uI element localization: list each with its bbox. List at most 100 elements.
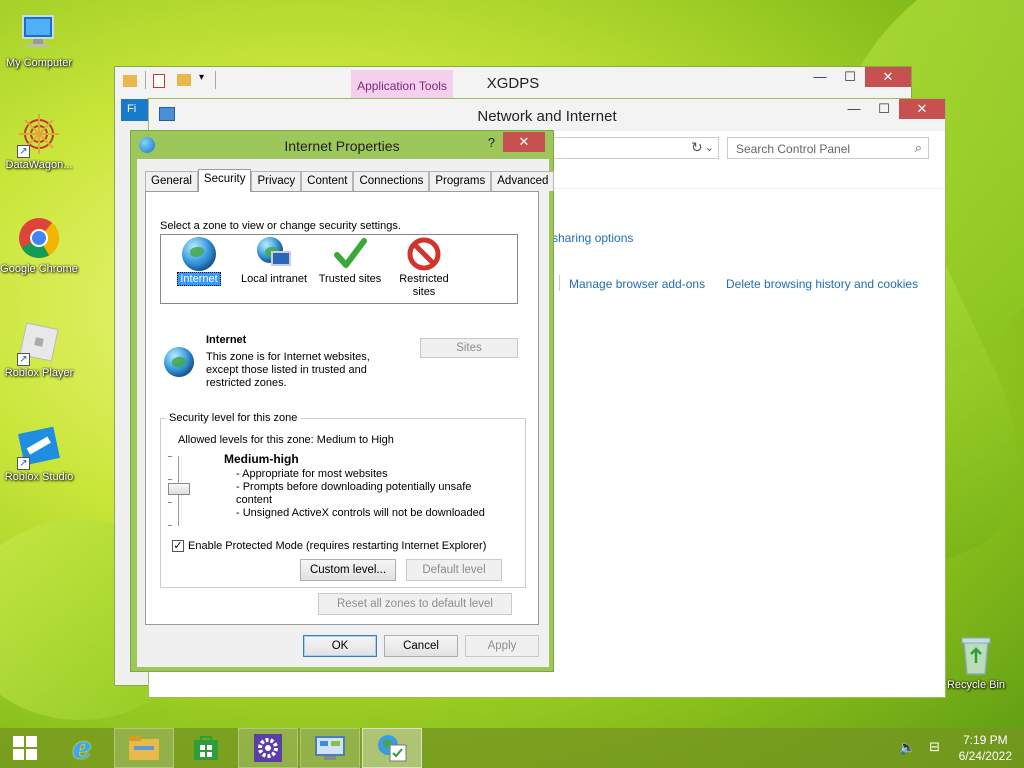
desktop-icon-label: DataWagon...	[5, 159, 73, 171]
cancel-button[interactable]: Cancel	[384, 635, 458, 657]
desktop-icon-label: Google Chrome	[0, 263, 78, 275]
tab-strip: General Security Privacy Content Connect…	[145, 169, 555, 192]
volume-muted-icon[interactable]: 🔈	[899, 739, 916, 756]
security-level-group-label: Security level for this zone	[166, 412, 301, 424]
help-button[interactable]: ?	[488, 135, 495, 150]
internet-explorer-icon: e	[72, 730, 92, 766]
clock[interactable]: 7:19 PM 6/24/2022	[959, 732, 1012, 764]
taskbar-control-panel[interactable]	[300, 728, 360, 768]
zone-prompt: Select a zone to view or change security…	[160, 220, 401, 232]
maximize-button[interactable]: ☐	[869, 99, 899, 119]
shortcut-arrow-icon: ↗	[17, 145, 30, 158]
roblox-studio-icon: ↗	[17, 424, 61, 470]
security-tab-page: Select a zone to view or change security…	[145, 191, 539, 625]
tab-connections[interactable]: Connections	[353, 171, 430, 191]
minimize-button[interactable]: —	[839, 99, 869, 119]
close-button[interactable]: ✕	[503, 132, 545, 152]
ok-button[interactable]: OK	[303, 635, 377, 657]
desktop-icon-label: Recycle Bin	[946, 679, 1006, 691]
zone-trusted-sites[interactable]: Trusted sites	[313, 237, 387, 286]
computer-icon	[17, 10, 61, 54]
tab-privacy[interactable]: Privacy	[251, 171, 302, 191]
zone-restricted-sites[interactable]: Restricted sites	[389, 237, 459, 299]
refresh-icon[interactable]: ↻	[691, 139, 713, 156]
desktop-icon-recycle-bin[interactable]: Recycle Bin	[936, 632, 1016, 691]
desktop-icon-roblox-player[interactable]: ↗ Roblox Player	[0, 320, 78, 379]
window-controls: — ☐ ✕	[839, 99, 945, 119]
desktop-icon-label: My Computer	[5, 57, 73, 69]
window-controls: — ☐ ✕	[805, 67, 911, 87]
restricted-icon	[407, 237, 441, 271]
desktop-icon-my-computer[interactable]: My Computer	[0, 10, 78, 69]
control-panel-icon	[315, 736, 345, 760]
intranet-icon	[257, 237, 291, 271]
shortcut-arrow-icon: ↗	[17, 353, 30, 366]
sharing-options-link[interactable]: sharing options	[552, 231, 633, 245]
apply-button[interactable]: Apply	[465, 635, 539, 657]
protected-mode-checkbox[interactable]: ✓	[172, 540, 184, 552]
tab-content[interactable]: Content	[301, 171, 354, 191]
tab-general[interactable]: General	[145, 171, 198, 191]
security-slider-thumb[interactable]	[168, 483, 190, 495]
manage-addons-link[interactable]: Manage browser add-ons	[569, 277, 705, 291]
minimize-button[interactable]: —	[805, 67, 835, 87]
delete-history-link[interactable]: Delete browsing history and cookies	[726, 277, 918, 291]
recycle-bin-icon	[954, 632, 998, 676]
search-placeholder: Search Control Panel	[736, 142, 851, 156]
close-button[interactable]: ✕	[865, 67, 911, 87]
zone-label: Restricted sites	[399, 273, 449, 298]
zone-internet[interactable]: Internet	[165, 237, 233, 286]
desktop-icon-label: Roblox Studio	[4, 471, 74, 483]
desktop-icon-google-chrome[interactable]: Google Chrome	[0, 216, 78, 275]
zone-local-intranet[interactable]: Local intranet	[237, 237, 311, 286]
zone-name: Internet	[206, 334, 247, 346]
zone-list: Internet Local intranet Trusted sites Re…	[160, 234, 518, 304]
slider-tick	[168, 525, 172, 526]
tab-advanced[interactable]: Advanced	[491, 171, 555, 191]
zone-label: Local intranet	[240, 273, 308, 285]
reset-all-zones-button[interactable]: Reset all zones to default level	[318, 593, 512, 615]
slider-tick	[168, 479, 172, 480]
dialog-titlebar[interactable]: Internet Properties ? ✕	[131, 131, 553, 159]
close-button[interactable]: ✕	[899, 99, 945, 119]
clock-time: 7:19 PM	[962, 733, 1008, 747]
desktop-icon-label: Roblox Player	[4, 367, 74, 379]
zone-description: This zone is for Internet websites, exce…	[206, 351, 370, 389]
internet-properties-dialog[interactable]: Internet Properties ? ✕ General Security…	[130, 130, 555, 672]
desktop-icon-roblox-studio[interactable]: ↗ Roblox Studio	[0, 424, 78, 483]
slider-tick	[168, 502, 172, 503]
taskbar-internet-properties[interactable]	[362, 728, 422, 768]
globe-icon	[182, 237, 216, 271]
search-icon[interactable]: ⌕	[915, 140, 922, 156]
dialog-client: General Security Privacy Content Connect…	[137, 159, 555, 667]
sites-button[interactable]: Sites	[420, 338, 518, 358]
divider	[559, 275, 560, 291]
network-icon[interactable]: ⊟	[929, 739, 940, 755]
tab-security[interactable]: Security	[197, 169, 252, 192]
start-button[interactable]	[0, 728, 50, 768]
checkmark-icon	[333, 237, 367, 271]
globe-icon	[164, 347, 194, 377]
start-icon	[13, 736, 37, 760]
chrome-icon	[17, 216, 61, 260]
explorer-titlebar[interactable]: ▾ Application Tools XGDPS — ☐ ✕	[115, 67, 911, 101]
taskbar-file-explorer[interactable]	[114, 728, 174, 768]
taskbar-internet-explorer[interactable]: e	[52, 728, 112, 768]
protected-mode-label[interactable]: Enable Protected Mode (requires restarti…	[188, 540, 486, 552]
custom-level-button[interactable]: Custom level...	[300, 559, 396, 581]
level-name: Medium-high	[224, 452, 299, 466]
maximize-button[interactable]: ☐	[835, 67, 865, 87]
default-level-button[interactable]: Default level	[406, 559, 502, 581]
desktop-icon-datawagon[interactable]: ↗ DataWagon...	[0, 112, 78, 171]
taskbar-store[interactable]	[176, 728, 236, 768]
level-bullet: - Prompts before downloading potentially…	[236, 481, 472, 506]
allowed-levels-text: Allowed levels for this zone: Medium to …	[178, 434, 394, 446]
taskbar-settings[interactable]	[238, 728, 298, 768]
zone-label: Internet	[177, 272, 221, 286]
slider-tick	[168, 456, 172, 457]
search-input[interactable]: Search Control Panel ⌕	[727, 137, 929, 159]
tab-programs[interactable]: Programs	[429, 171, 492, 191]
internet-properties-icon	[378, 735, 407, 762]
roblox-player-icon: ↗	[17, 320, 61, 366]
control-panel-titlebar[interactable]: Network and Internet — ☐ ✕	[149, 99, 945, 131]
